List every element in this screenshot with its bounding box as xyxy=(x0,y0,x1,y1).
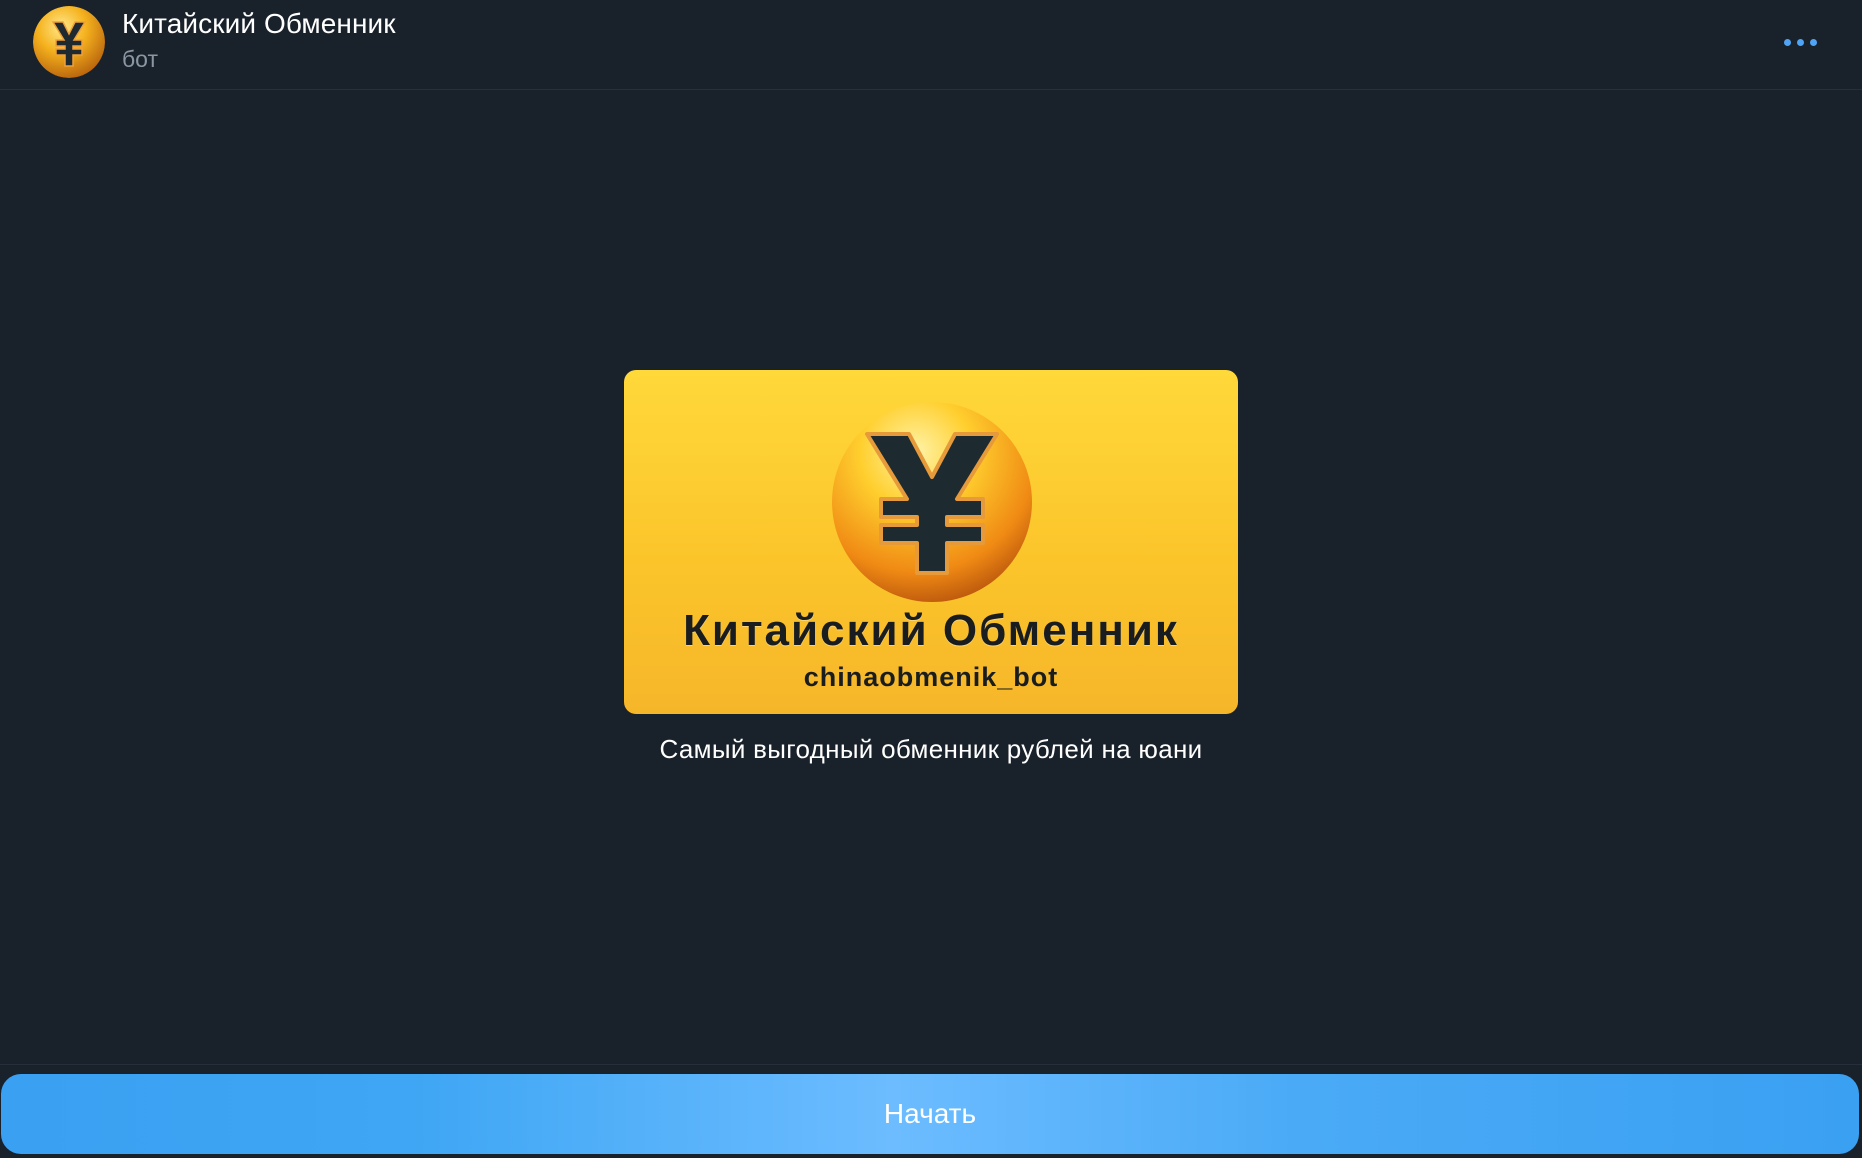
intro-image-title: Китайский Обменник xyxy=(683,606,1179,655)
chat-title: Китайский Обменник xyxy=(122,8,396,39)
chat-subtitle: бот xyxy=(122,46,158,72)
yuan-coin-icon xyxy=(832,402,1032,602)
more-dots-icon xyxy=(1809,38,1817,46)
bot-intro-image: Китайский Обменник chinaobmenik_bot xyxy=(624,370,1238,714)
yuan-coin-icon xyxy=(33,6,105,78)
chat-header: Китайский Обменник бот xyxy=(0,0,1862,90)
more-dots-icon xyxy=(1783,38,1791,46)
chat-window: Китайский Обменник бот Китайский Обменни… xyxy=(0,0,1862,1158)
more-dots-icon xyxy=(1796,38,1804,46)
intro-image-username: chinaobmenik_bot xyxy=(803,662,1059,692)
bot-avatar[interactable] xyxy=(33,6,105,78)
start-button[interactable]: Начать xyxy=(1,1074,1859,1154)
bot-description: Самый выгодный обменник рублей на юани xyxy=(659,734,1203,764)
more-options-button[interactable] xyxy=(1768,26,1832,58)
